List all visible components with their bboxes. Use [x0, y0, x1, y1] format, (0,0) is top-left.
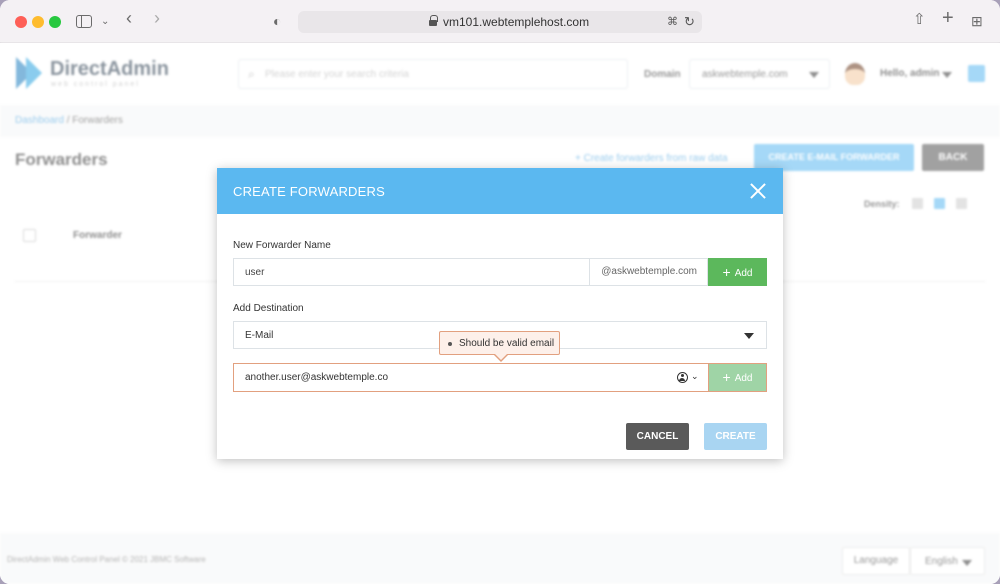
chevron-down-icon[interactable]: ⌄ — [101, 13, 109, 31]
add-name-button[interactable]: + Add — [708, 258, 767, 286]
contact-icon[interactable] — [677, 372, 688, 383]
reload-icon[interactable]: ↻ — [684, 14, 695, 30]
plus-icon: + — [722, 264, 731, 280]
tab-overview-icon[interactable]: ⊞ — [971, 12, 983, 30]
browser-toolbar: ⌄ ‹ › ◐ vm101.webtemplehost.com ⌘ ↻ ⇧ + … — [0, 0, 1000, 43]
modal-header: CREATE FORWARDERS — [217, 168, 783, 214]
chevron-down-icon[interactable]: ⌄ — [691, 371, 699, 382]
browser-window: ⌄ ‹ › ◐ vm101.webtemplehost.com ⌘ ↻ ⇧ + … — [0, 0, 1000, 584]
add-name-label: Add — [734, 268, 753, 279]
lock-icon — [429, 15, 438, 26]
translate-icon[interactable]: ⌘ — [667, 15, 678, 28]
create-forwarders-modal: CREATE FORWARDERS New Forwarder Name @as… — [217, 168, 783, 459]
close-window-button[interactable] — [15, 16, 27, 28]
new-tab-icon[interactable]: + — [942, 8, 954, 28]
modal-title: CREATE FORWARDERS — [233, 184, 385, 199]
cancel-button[interactable]: CANCEL — [626, 423, 689, 450]
share-icon[interactable]: ⇧ — [913, 11, 926, 29]
validation-tooltip: Should be valid email — [439, 331, 560, 362]
forwarder-name-input[interactable] — [233, 258, 589, 286]
forward-arrow-icon[interactable]: › — [154, 9, 160, 27]
destination-type-value: E-Mail — [245, 330, 274, 341]
caret-down-icon — [744, 333, 754, 339]
add-destination-label: Add — [734, 373, 753, 384]
shield-icon[interactable]: ◐ — [273, 12, 281, 30]
destination-email-field[interactable]: ⌄ — [233, 363, 708, 392]
plus-icon: + — [722, 369, 731, 385]
address-bar[interactable]: vm101.webtemplehost.com ⌘ ↻ — [298, 11, 702, 33]
zoom-window-button[interactable] — [49, 16, 61, 28]
bullet-icon — [448, 342, 452, 346]
sidebar-toggle-icon[interactable] — [76, 15, 92, 28]
minimize-window-button[interactable] — [32, 16, 44, 28]
domain-suffix: @askwebtemple.com — [589, 258, 708, 286]
back-arrow-icon[interactable]: ‹ — [126, 9, 132, 27]
tooltip-arrow — [494, 354, 508, 362]
create-button[interactable]: CREATE — [704, 423, 767, 450]
validation-message: Should be valid email — [459, 338, 555, 349]
url-text: vm101.webtemplehost.com — [443, 15, 590, 29]
close-icon[interactable] — [750, 183, 766, 199]
add-destination-button[interactable]: + Add — [708, 363, 767, 392]
destination-label: Add Destination — [233, 303, 304, 314]
destination-email-input[interactable] — [234, 364, 669, 391]
forwarder-name-label: New Forwarder Name — [233, 240, 331, 251]
